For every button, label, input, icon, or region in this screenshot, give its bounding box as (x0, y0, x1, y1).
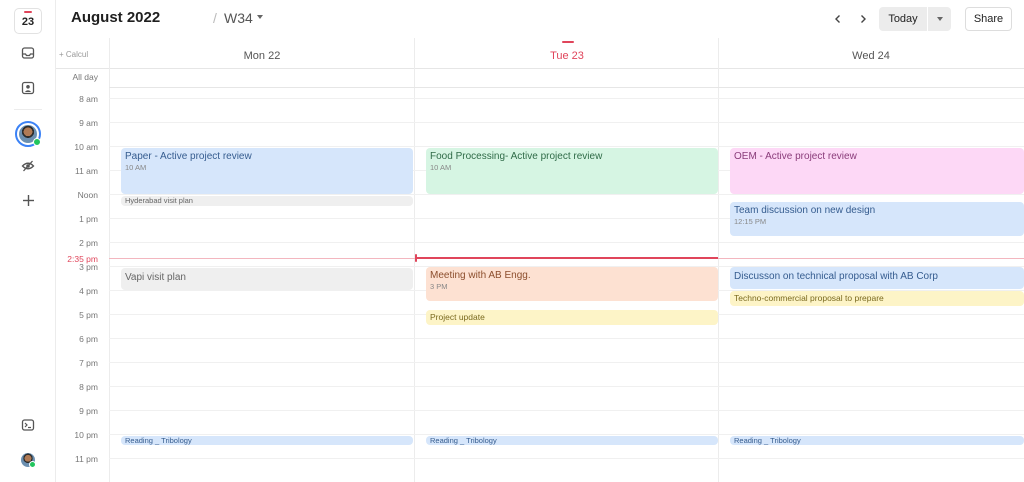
event-techno-commercial-proposal[interactable]: Techno-commercial proposal to prepare (730, 291, 1024, 306)
calendar-app: 23 August 2022 / W34 Today Share + Calcu… (0, 0, 1024, 482)
event-project-update[interactable]: Project update (426, 310, 718, 325)
hour-line (109, 434, 1024, 435)
event-reading-tribology[interactable]: Reading _ Tribology (426, 436, 718, 445)
rail-divider (14, 109, 42, 110)
share-button[interactable]: Share (965, 7, 1012, 31)
today-dropdown-icon[interactable] (928, 7, 951, 31)
event-title: Team discussion on new design (734, 205, 876, 216)
event-paper-review[interactable]: Paper - Active project review 10 AM (121, 148, 413, 194)
hour-label: 1 pm (79, 214, 98, 224)
hour-label: 7 pm (79, 358, 98, 368)
event-meeting-ab-engg[interactable]: Meeting with AB Engg. 3 PM (426, 267, 718, 301)
add-calculation-button[interactable]: + Calcul (59, 50, 109, 59)
event-title: Reading _ Tribology (430, 436, 497, 445)
hour-label: 9 pm (79, 406, 98, 416)
hour-label: 4 pm (79, 286, 98, 296)
today-button[interactable]: Today (879, 7, 927, 31)
event-title: Reading _ Tribology (734, 436, 801, 445)
hour-label: Noon (77, 190, 98, 200)
chevron-down-icon[interactable] (257, 15, 263, 19)
hour-line (109, 338, 1024, 339)
month-title: August 2022 (71, 9, 161, 26)
calendar-day-number: 23 (21, 16, 35, 28)
event-food-processing-review[interactable]: Food Processing- Active project review 1… (426, 148, 718, 194)
day-header-row: + Calcul Mon 22 Tue 23 Wed 24 (56, 38, 1024, 69)
event-time: 10 AM (125, 163, 147, 172)
hour-label: 2 pm (79, 238, 98, 248)
hour-line (109, 122, 1024, 123)
allday-divider (109, 87, 1024, 88)
hour-line (109, 410, 1024, 411)
hour-label: 11 am (75, 166, 98, 176)
column-divider (109, 38, 110, 482)
hour-label: 8 am (79, 94, 98, 104)
event-oem-review[interactable]: OEM - Active project review (730, 148, 1024, 194)
hour-line (109, 194, 1024, 195)
event-title: Techno-commercial proposal to prepare (734, 293, 884, 303)
week-selector[interactable]: W34 (224, 10, 253, 26)
terminal-icon[interactable] (14, 411, 42, 439)
hour-label: 9 am (79, 118, 98, 128)
current-time-line-today (415, 257, 718, 259)
day-header-tue[interactable]: Tue 23 (415, 50, 719, 62)
event-technical-proposal-discussion[interactable]: Discusson on technical proposal with AB … (730, 267, 1024, 289)
hour-line (109, 146, 1024, 147)
hour-label: 10 pm (74, 430, 98, 440)
hour-label: 10 am (74, 142, 98, 152)
hour-line (109, 242, 1024, 243)
time-grid[interactable]: All day 8 am 9 am 10 am 11 am Noon 1 pm … (56, 38, 1024, 482)
event-title: Reading _ Tribology (125, 436, 192, 445)
today-button-group: Today (879, 7, 951, 31)
event-reading-tribology[interactable]: Reading _ Tribology (730, 436, 1024, 445)
inbox-icon[interactable] (14, 39, 42, 67)
event-time: 12:15 PM (734, 217, 767, 226)
today-marker (562, 41, 574, 43)
current-time-marker (415, 254, 417, 262)
event-title: Hyderabad visit plan (125, 196, 193, 205)
day-header-wed[interactable]: Wed 24 (719, 50, 1023, 62)
account-status-dot (29, 461, 36, 468)
event-title: Paper - Active project review (125, 151, 252, 162)
event-title: Meeting with AB Engg. (430, 270, 531, 281)
event-title: Project update (430, 312, 485, 322)
day-header-mon[interactable]: Mon 22 (110, 50, 414, 62)
event-hyderabad-visit[interactable]: Hyderabad visit plan (121, 196, 413, 206)
calendar-header: August 2022 / W34 Today Share (56, 0, 1024, 38)
hour-label: 6 pm (79, 334, 98, 344)
hide-icon[interactable] (14, 152, 42, 180)
event-time: 10 AM (430, 163, 452, 172)
event-time: 3 PM (430, 282, 448, 291)
event-team-discussion[interactable]: Team discussion on new design 12:15 PM (730, 202, 1024, 236)
online-status-dot (33, 138, 41, 146)
chevron-left-icon[interactable] (828, 9, 848, 29)
allday-label: All day (72, 72, 98, 82)
title-separator: / (213, 10, 217, 26)
column-divider (718, 38, 719, 482)
hour-label: 11 pm (75, 454, 98, 464)
hour-line (109, 362, 1024, 363)
left-rail: 23 (0, 0, 56, 482)
event-title: Food Processing- Active project review (430, 151, 603, 162)
hour-line (109, 98, 1024, 99)
current-time-label: 2:35 pm (56, 254, 98, 264)
hour-line (109, 386, 1024, 387)
contacts-icon[interactable] (14, 74, 42, 102)
plus-icon[interactable] (14, 186, 42, 214)
hour-line (109, 458, 1024, 459)
hour-label: 5 pm (79, 310, 98, 320)
hour-label: 8 pm (79, 382, 98, 392)
calendar-icon[interactable]: 23 (14, 8, 42, 34)
event-reading-tribology[interactable]: Reading _ Tribology (121, 436, 413, 445)
event-title: OEM - Active project review (734, 151, 857, 162)
event-title: Discusson on technical proposal with AB … (734, 271, 938, 282)
chevron-right-icon[interactable] (853, 9, 873, 29)
event-vapi-visit[interactable]: Vapi visit plan (121, 268, 413, 290)
event-title: Vapi visit plan (125, 272, 186, 283)
